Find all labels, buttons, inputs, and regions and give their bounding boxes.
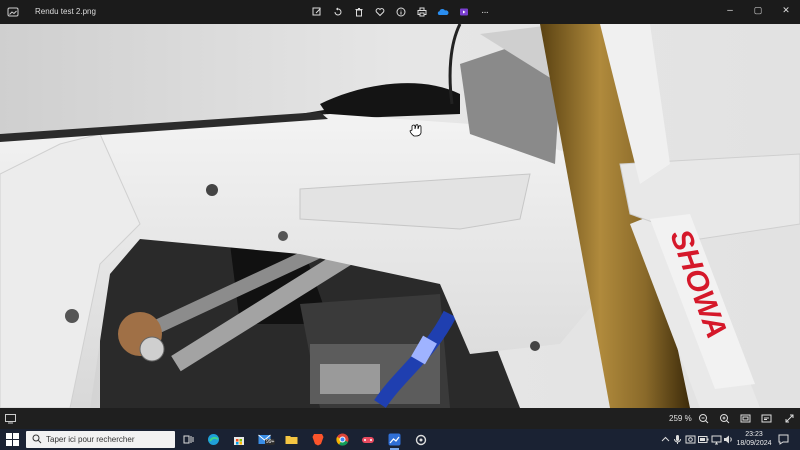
edit-image-button[interactable] [306,2,327,22]
more-icon: ··· [481,6,489,18]
motorbike-render: SHOWA [0,24,800,408]
zoom-level: 259 % [669,414,692,423]
mail-app[interactable]: 99+ [257,432,276,447]
taskbar-clock[interactable]: 23:23 18/09/2024 [735,430,773,448]
chevron-up-icon[interactable] [661,435,670,444]
chrome-icon [336,433,349,446]
clipchamp-button[interactable] [453,2,474,22]
close-icon: ✕ [782,4,790,15]
maximize-icon: ▢ [753,4,763,15]
edge-app[interactable] [206,432,221,447]
photos-app-icon [7,7,19,17]
edge-icon [208,434,219,445]
store-icon [233,436,244,445]
edit-image-icon [312,7,321,16]
search-placeholder: Taper ici pour rechercher [46,435,135,444]
game-app[interactable] [360,432,375,447]
more-button[interactable]: ··· [474,2,495,22]
file-explorer-app[interactable] [284,432,299,447]
photos-icon [388,433,401,446]
rotate-button[interactable] [327,2,348,22]
favorite-button[interactable] [369,2,390,22]
minimize-icon: – [727,4,733,16]
photos-app[interactable] [387,432,402,450]
info-button[interactable] [390,2,411,22]
filmstrip-icon[interactable] [4,412,17,425]
brave-icon [312,434,323,446]
image-toolbar: ··· [306,2,495,22]
clock-time: 23:23 [745,431,763,438]
taskbar: Taper ici pour rechercher 99+ 23:23 18/0… [0,429,800,450]
settings-app[interactable] [413,432,428,447]
delete-icon [355,8,362,17]
title-bar: Rendu test 2.png ··· – ▢ ✕ [0,0,800,24]
task-view-button[interactable] [181,432,196,447]
gamepad-icon [361,436,374,443]
image-viewport[interactable]: SHOWA [0,24,800,408]
onedrive-button[interactable] [432,2,453,22]
close-button[interactable]: ✕ [772,0,800,20]
task-view-icon [183,435,194,444]
favorite-icon [375,8,384,17]
fullscreen-icon[interactable] [783,412,796,425]
status-bar: 259 % [0,408,800,429]
file-name: Rendu test 2.png [35,7,96,16]
folder-icon [285,436,298,444]
search-icon [32,434,42,444]
chrome-app[interactable] [335,432,350,447]
store-app[interactable] [231,432,246,447]
microphone-icon[interactable] [673,434,682,445]
zoom-in-icon[interactable] [718,412,731,425]
camera-icon[interactable] [685,434,696,445]
system-tray [660,429,735,450]
print-icon [417,7,426,17]
gear-icon [415,434,426,445]
rotate-icon [334,7,341,16]
minimize-button[interactable]: – [716,0,744,20]
notifications-icon[interactable] [778,434,789,445]
hand-cursor-icon [409,124,422,137]
actual-size-icon[interactable] [760,412,773,425]
fit-to-window-icon[interactable] [739,412,752,425]
brave-app[interactable] [310,432,325,447]
battery-icon[interactable] [698,435,709,444]
print-button[interactable] [411,2,432,22]
window-controls: – ▢ ✕ [716,0,800,24]
info-icon [396,7,405,17]
clipchamp-icon [459,8,468,16]
volume-icon[interactable] [723,434,734,445]
network-icon[interactable] [711,434,722,445]
delete-button[interactable] [348,2,369,22]
clock-date: 18/09/2024 [736,440,772,447]
mail-badge: 99+ [265,439,276,445]
zoom-out-icon[interactable] [697,412,710,425]
onedrive-icon [437,8,448,15]
taskbar-search-box[interactable]: Taper ici pour rechercher [26,431,175,448]
windows-start-icon[interactable] [6,433,19,446]
maximize-button[interactable]: ▢ [744,0,772,20]
